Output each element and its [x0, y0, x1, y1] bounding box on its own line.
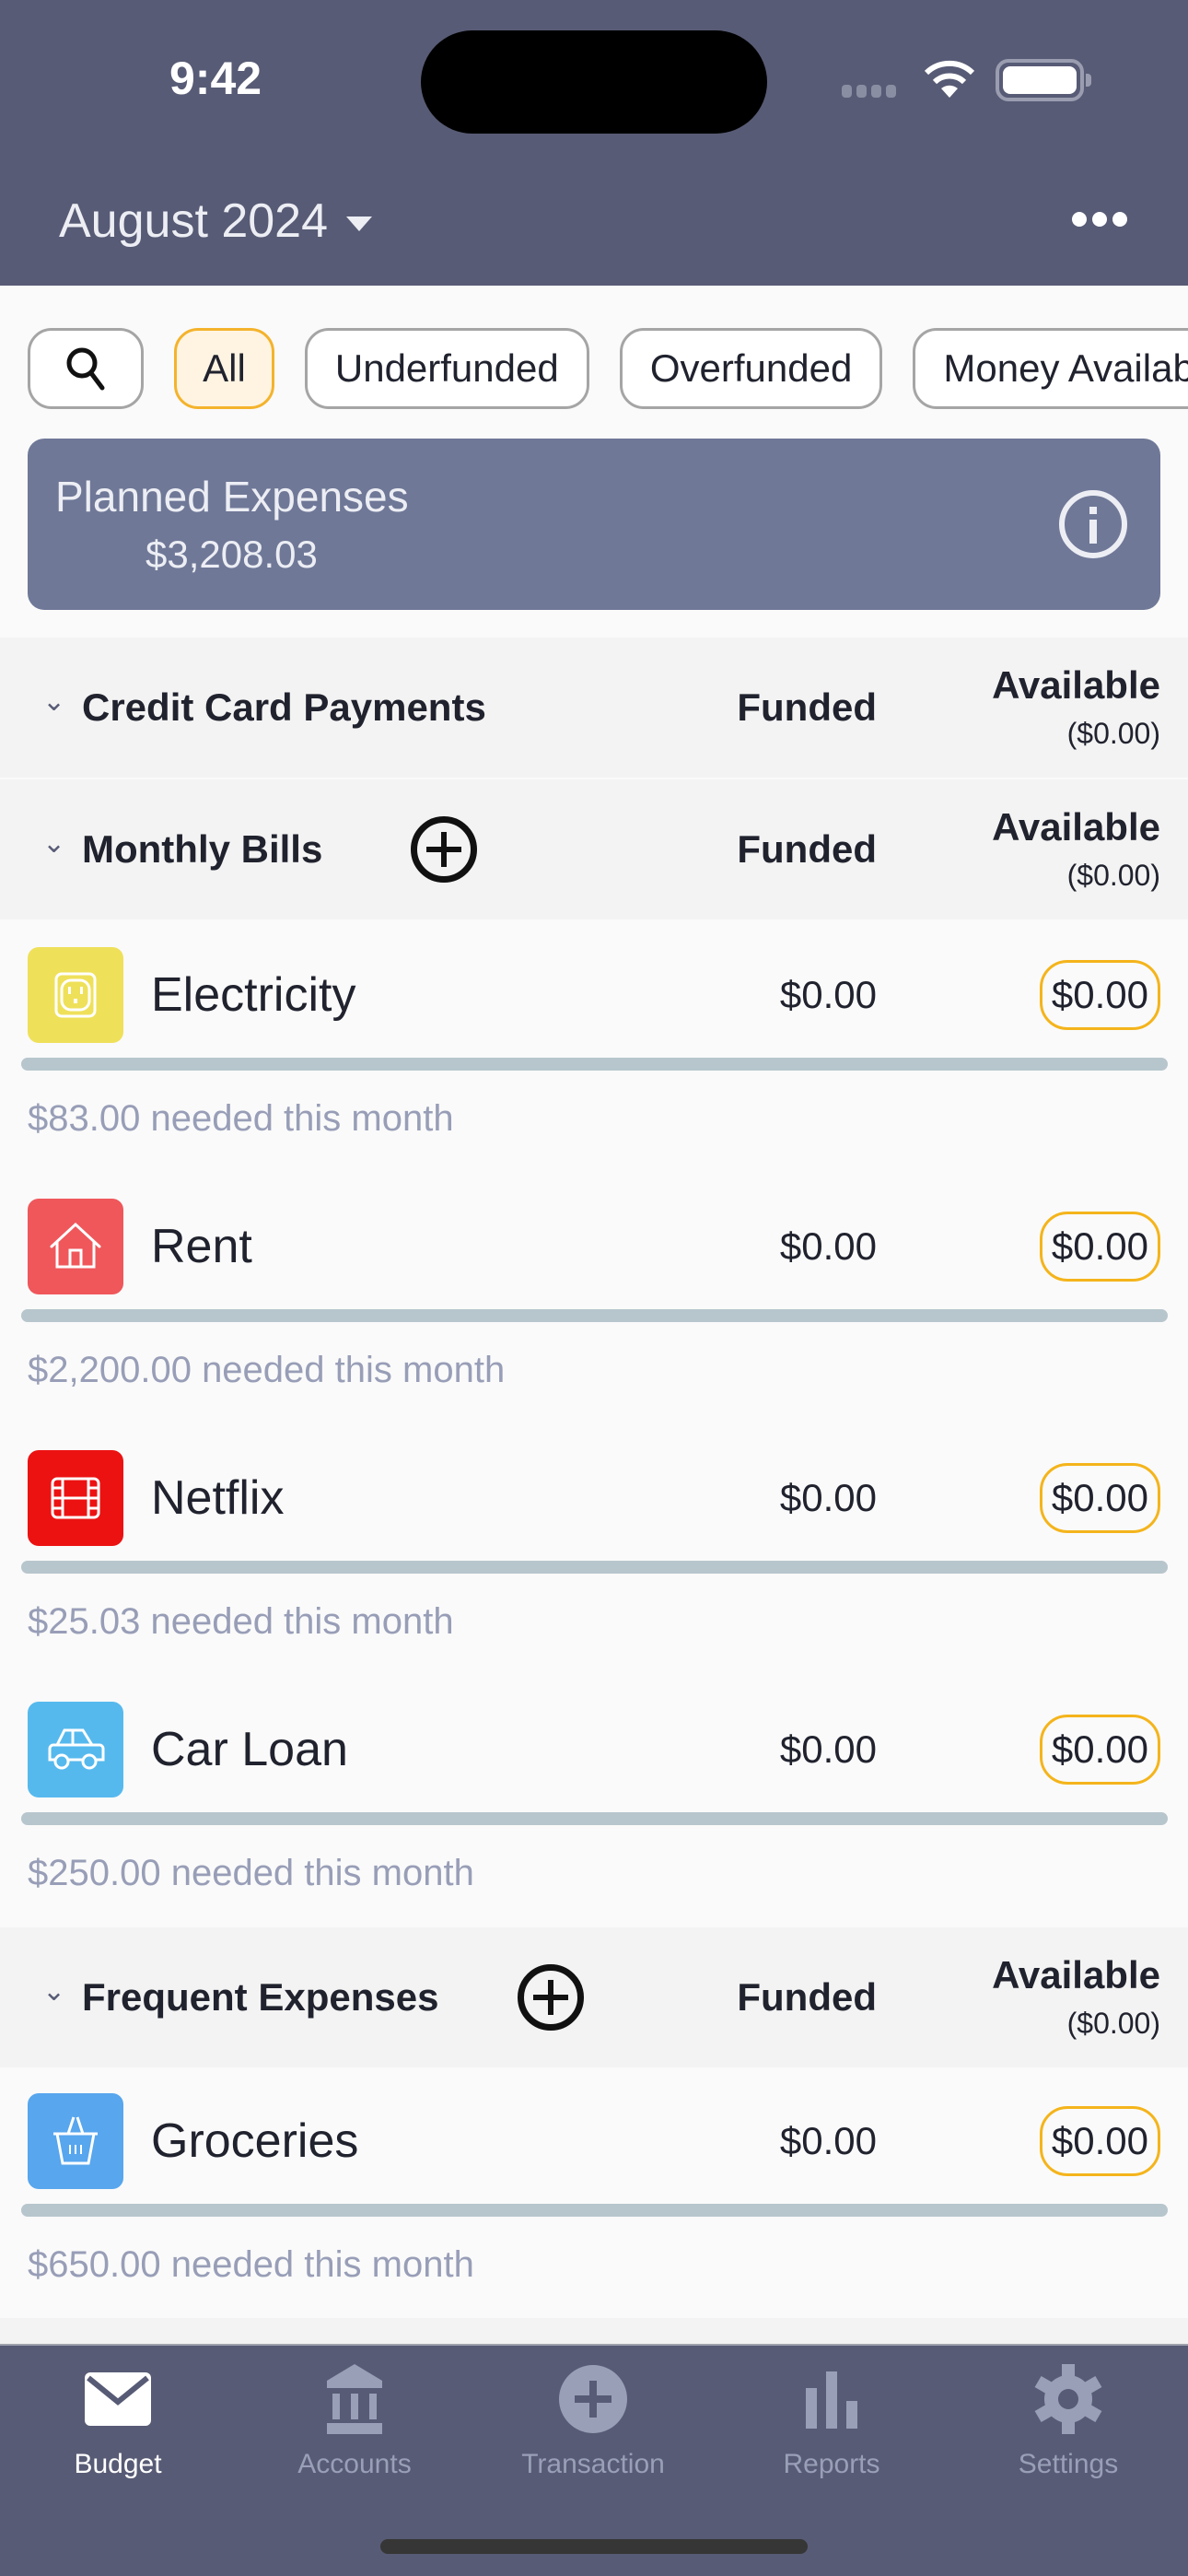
- available-column-header: Available: [992, 1953, 1160, 1996]
- available-total: ($0.00): [1066, 2007, 1160, 2040]
- available-amount[interactable]: $0.00: [1039, 1463, 1160, 1533]
- section-header-credit-card-payments[interactable]: ⌄ Credit Card Payments Funded Available …: [0, 638, 1188, 778]
- available-amount[interactable]: $0.00: [1039, 1212, 1160, 1282]
- funded-amount[interactable]: $0.00: [780, 1224, 877, 1269]
- available-total: ($0.00): [1066, 717, 1160, 750]
- tab-label: Budget: [74, 2449, 162, 2479]
- needed-this-month: $25.03 needed this month: [28, 1601, 454, 1642]
- available-total: ($0.00): [1066, 859, 1160, 892]
- section-header-monthly-bills[interactable]: ⌄ Monthly Bills Funded Available ($0.00): [0, 779, 1188, 919]
- section-title: Frequent Expenses: [82, 1975, 439, 2019]
- outlet-icon: [28, 947, 123, 1043]
- section-title: Credit Card Payments: [82, 685, 486, 729]
- home-indicator[interactable]: [380, 2539, 808, 2554]
- funded-column-header: Funded: [737, 1975, 877, 2019]
- house-icon: [28, 1199, 123, 1294]
- tab-label: Reports: [783, 2449, 880, 2479]
- dynamic-island: [421, 30, 767, 134]
- bank-icon: [327, 2364, 382, 2434]
- tab-label: Transaction: [521, 2449, 665, 2479]
- tab-budget[interactable]: Budget: [17, 2362, 219, 2480]
- search-icon: [66, 347, 105, 391]
- chevron-down-icon[interactable]: ⌄: [42, 1975, 65, 2008]
- category-row-electricity[interactable]: Electricity $0.00 $0.00 $83.00 needed th…: [0, 921, 1188, 1172]
- funding-progress-bar: [21, 1812, 1168, 1825]
- funding-progress-bar: [21, 1561, 1168, 1574]
- category-row-groceries[interactable]: Groceries $0.00 $0.00 $650.00 needed thi…: [0, 2067, 1188, 2318]
- funded-amount[interactable]: $0.00: [780, 1476, 877, 1520]
- funded-amount[interactable]: $0.00: [780, 973, 877, 1017]
- chevron-down-icon[interactable]: ⌄: [42, 685, 65, 718]
- category-name: Netflix: [151, 1471, 285, 1525]
- envelope-icon: [85, 2372, 151, 2426]
- tab-transaction[interactable]: Transaction: [492, 2362, 694, 2480]
- filter-chip-all[interactable]: All: [174, 328, 274, 409]
- needed-this-month: $2,200.00 needed this month: [28, 1350, 506, 1390]
- basket-icon: [28, 2093, 123, 2189]
- month-label: August 2024: [59, 194, 329, 248]
- chevron-down-icon[interactable]: ⌄: [42, 827, 65, 860]
- category-name: Rent: [151, 1220, 252, 1273]
- status-time: 9:42: [169, 53, 262, 104]
- more-options-icon[interactable]: [1072, 212, 1127, 227]
- tab-accounts[interactable]: Accounts: [253, 2362, 456, 2480]
- category-row-rent[interactable]: Rent $0.00 $0.00 $2,200.00 needed this m…: [0, 1173, 1188, 1423]
- available-column-header: Available: [992, 805, 1160, 849]
- add-category-button[interactable]: [518, 1964, 584, 2031]
- bar-chart-icon: [806, 2371, 857, 2429]
- plus-circle-icon: [559, 2365, 627, 2433]
- funded-column-header: Funded: [737, 685, 877, 729]
- section-header-frequent-expenses[interactable]: ⌄ Frequent Expenses Funded Available ($0…: [0, 1927, 1188, 2067]
- caret-down-icon: [346, 217, 373, 231]
- needed-this-month: $650.00 needed this month: [28, 2244, 474, 2285]
- list-footer-spacer: [0, 2318, 1188, 2344]
- needed-this-month: $250.00 needed this month: [28, 1853, 474, 1893]
- search-button[interactable]: [28, 328, 144, 409]
- available-amount[interactable]: $0.00: [1039, 2106, 1160, 2176]
- needed-this-month: $83.00 needed this month: [28, 1098, 454, 1139]
- funding-progress-bar: [21, 1058, 1168, 1071]
- section-title: Monthly Bills: [82, 827, 323, 871]
- planned-expenses-card[interactable]: Planned Expenses $3,208.03: [28, 439, 1160, 610]
- battery-icon: [996, 59, 1091, 101]
- funding-progress-bar: [21, 1309, 1168, 1322]
- category-name: Car Loan: [151, 1723, 348, 1776]
- app-header: 9:42 August 2024: [0, 0, 1188, 286]
- add-category-button[interactable]: [411, 816, 477, 883]
- filter-chip-money-available[interactable]: Money Available: [913, 328, 1188, 409]
- filter-chip-underfunded[interactable]: Underfunded: [304, 328, 589, 409]
- available-amount[interactable]: $0.00: [1039, 960, 1160, 1030]
- category-row-car-loan[interactable]: Car Loan $0.00 $0.00 $250.00 needed this…: [0, 1676, 1188, 1926]
- funding-progress-bar: [21, 2204, 1168, 2217]
- available-amount[interactable]: $0.00: [1039, 1715, 1160, 1785]
- info-icon[interactable]: [1059, 490, 1127, 558]
- filter-chip-overfunded[interactable]: Overfunded: [619, 328, 883, 409]
- tab-settings[interactable]: Settings: [967, 2362, 1170, 2480]
- tab-label: Settings: [1018, 2449, 1119, 2479]
- available-column-header: Available: [992, 663, 1160, 707]
- tab-label: Accounts: [297, 2449, 412, 2479]
- tab-reports[interactable]: Reports: [730, 2362, 933, 2480]
- category-row-netflix[interactable]: Netflix $0.00 $0.00 $25.03 needed this m…: [0, 1424, 1188, 1675]
- wifi-icon: [924, 60, 975, 98]
- category-name: Groceries: [151, 2114, 359, 2168]
- gear-icon: [1034, 2364, 1102, 2434]
- planned-expenses-value: $3,208.03: [146, 533, 318, 576]
- funded-column-header: Funded: [737, 827, 877, 871]
- category-name: Electricity: [151, 968, 356, 1022]
- filter-chips: All Underfunded Overfunded Money Availab…: [28, 328, 1188, 411]
- funded-amount[interactable]: $0.00: [780, 1727, 877, 1772]
- film-icon: [28, 1450, 123, 1546]
- cellular-signal-icon: [842, 85, 896, 98]
- month-selector[interactable]: August 2024: [59, 193, 373, 249]
- planned-expenses-label: Planned Expenses: [55, 473, 409, 521]
- funded-amount[interactable]: $0.00: [780, 2119, 877, 2163]
- car-icon: [28, 1702, 123, 1797]
